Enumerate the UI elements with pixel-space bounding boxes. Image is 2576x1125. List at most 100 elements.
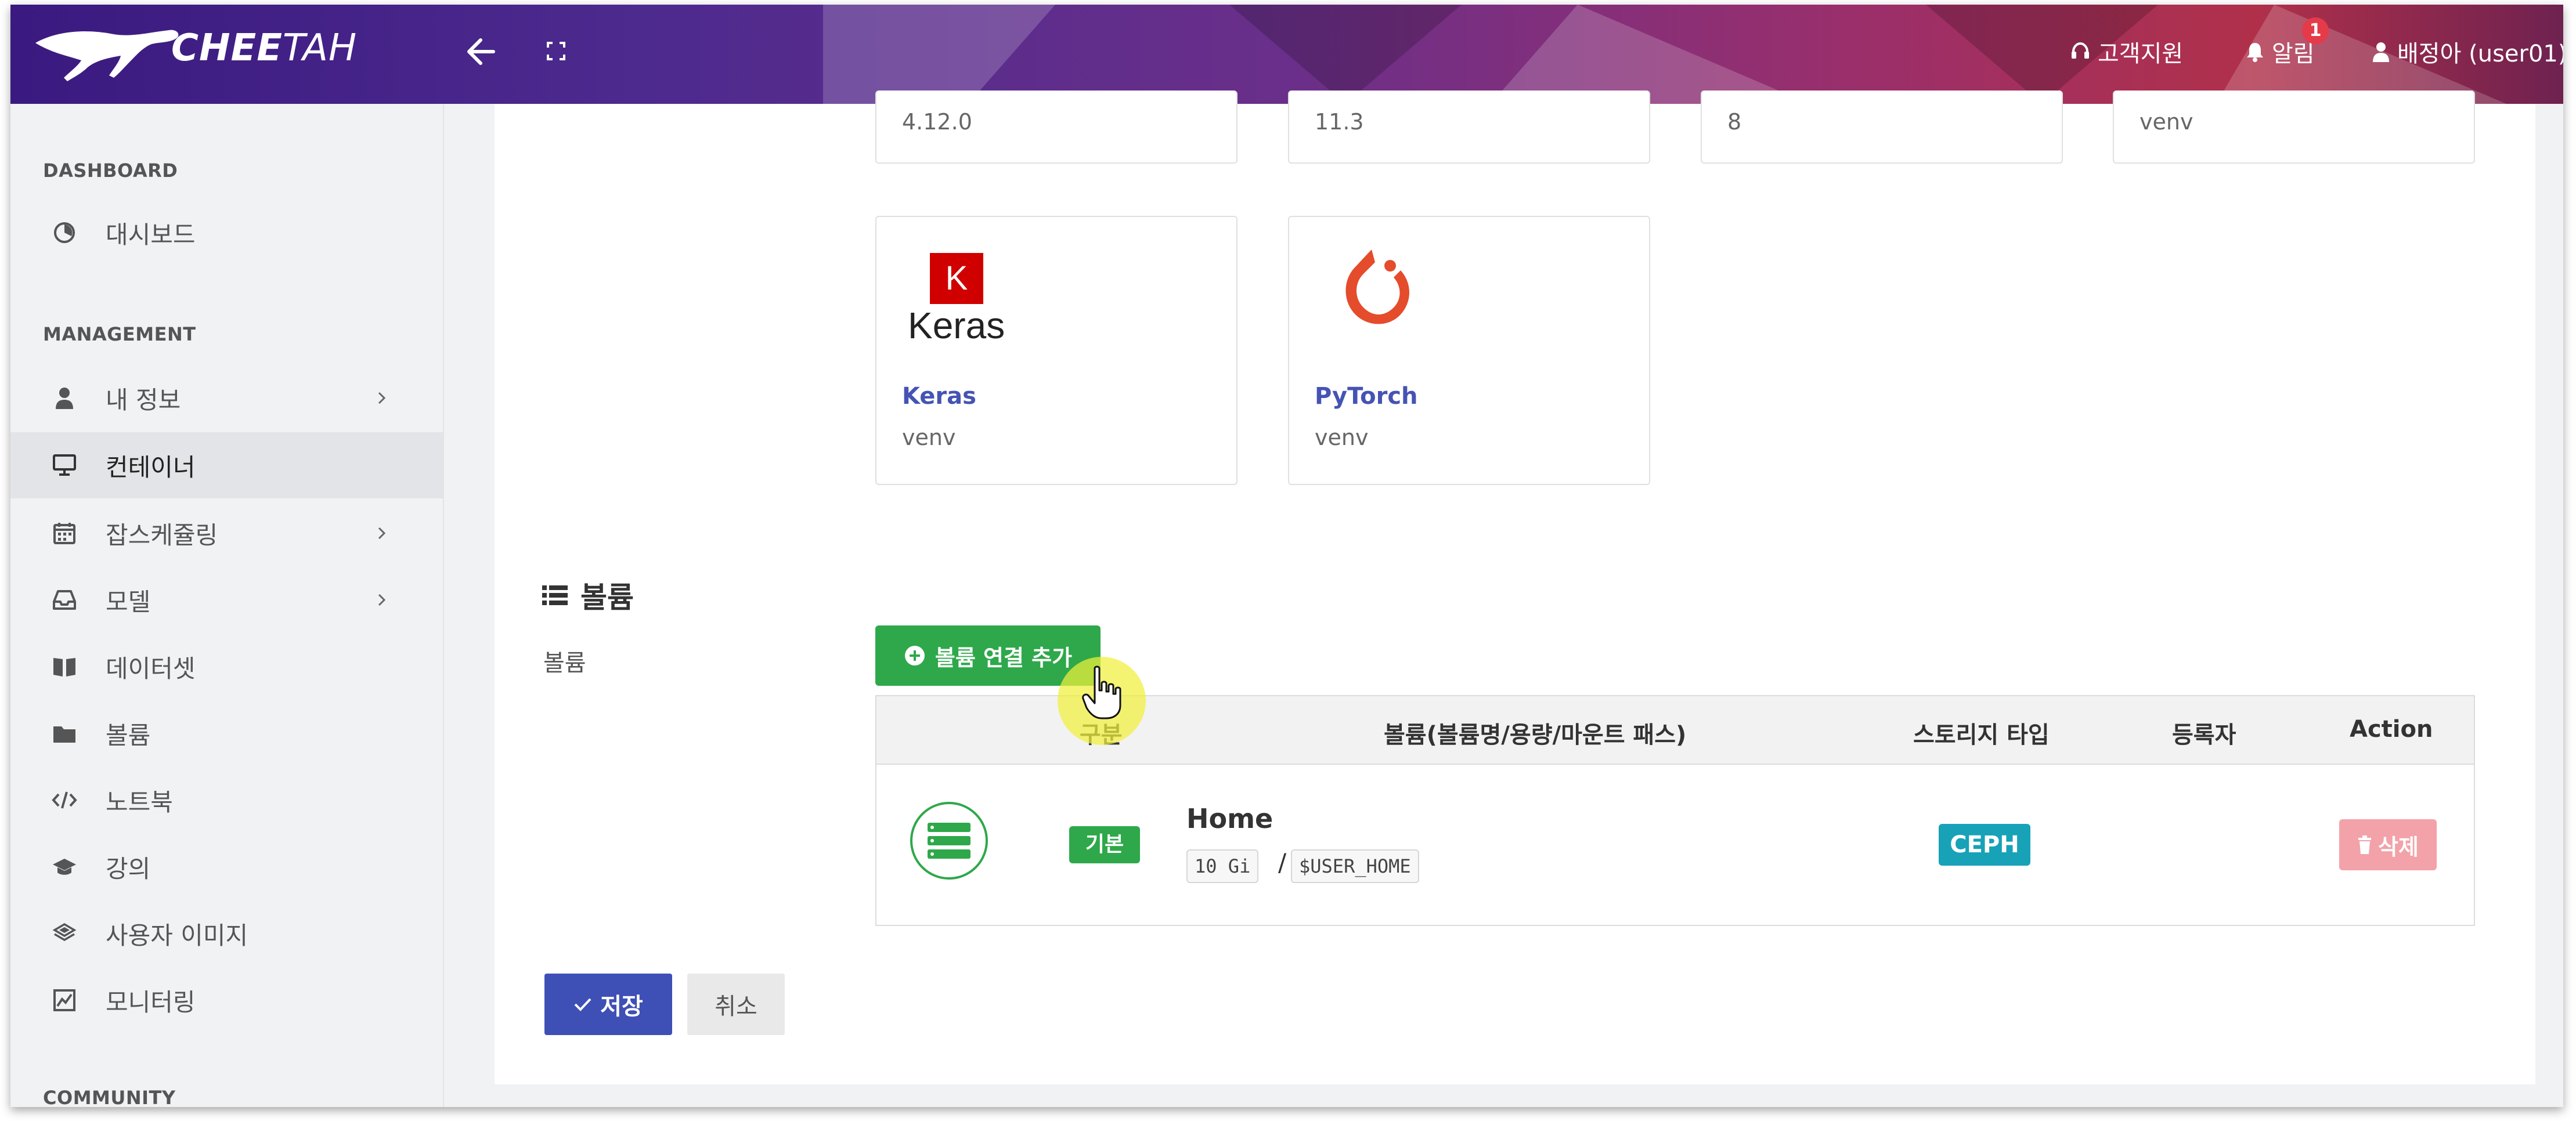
folder-icon — [51, 720, 78, 747]
sidebar-item-label: 노트북 — [106, 787, 173, 816]
list-icon — [542, 585, 568, 605]
save-label: 저장 — [600, 993, 643, 1020]
framework-card[interactable]: venv — [2113, 91, 2475, 164]
framework-sub: venv — [1315, 425, 1369, 450]
book-icon — [51, 653, 78, 680]
monitor-icon — [51, 452, 78, 479]
sidebar-item-my-info[interactable]: 내 정보 — [10, 365, 443, 431]
support-label: 고객지원 — [2098, 41, 2184, 67]
column-header-storage: 스토리지 타입 — [1913, 722, 2050, 748]
cancel-button[interactable]: 취소 — [687, 974, 785, 1035]
delete-volume-button[interactable]: 삭제 — [2339, 819, 2437, 870]
plus-circle-icon — [904, 646, 925, 665]
sidebar-item-notebook[interactable]: 노트북 — [10, 767, 443, 833]
framework-card[interactable]: 4.12.0 — [875, 91, 1238, 164]
hand-cursor-icon — [1082, 665, 1121, 719]
inbox-icon — [51, 587, 78, 613]
calendar-icon — [51, 520, 78, 547]
framework-card-pytorch[interactable]: PyTorch venv — [1288, 216, 1650, 485]
sidebar-item-label: 모델 — [106, 587, 151, 616]
fullscreen-icon[interactable] — [544, 38, 568, 64]
dashboard-icon — [51, 219, 78, 246]
logo-light: TAH — [282, 27, 358, 70]
top-header: CHEETAH 고객지원 알림 1 배정아 (user01) — [10, 5, 2563, 104]
section-community: COMMUNITY — [43, 1087, 176, 1107]
user-icon — [51, 385, 78, 411]
column-header-owner: 등록자 — [2172, 722, 2236, 748]
framework-name: Keras — [902, 383, 976, 410]
sidebar-item-container[interactable]: 컨테이너 — [10, 432, 443, 498]
logo-bold: CHEE — [171, 27, 283, 70]
trash-icon — [2358, 835, 2372, 854]
volume-mount-path: $USER_HOME — [1291, 849, 1419, 883]
keras-logo-word: Keras — [908, 305, 1005, 346]
volume-type-badge: 기본 — [1069, 826, 1140, 863]
sidebar-item-dashboard[interactable]: 대시보드 — [10, 200, 443, 266]
server-icon — [910, 802, 988, 880]
section-management: MANAGEMENT — [43, 323, 196, 345]
headset-icon — [2072, 42, 2089, 59]
framework-sub: venv — [902, 425, 956, 450]
chart-area-icon — [51, 987, 78, 1014]
keras-logo-icon: K — [930, 253, 983, 304]
framework-card[interactable]: 11.3 — [1288, 91, 1650, 164]
app-logo-text[interactable]: CHEETAH — [171, 27, 357, 70]
app-window: CHEETAH 고객지원 알림 1 배정아 (user01) DASHBOARD… — [10, 5, 2563, 1107]
sidebar-item-monitoring[interactable]: 모니터링 — [10, 967, 443, 1033]
sidebar-item-label: 대시보드 — [106, 220, 196, 249]
sidebar-item-label: 내 정보 — [106, 385, 181, 414]
volume-field-label: 볼륨 — [543, 650, 586, 677]
sidebar-item-volume[interactable]: 볼륨 — [10, 700, 443, 766]
chevron-right-icon — [378, 594, 386, 606]
cancel-label: 취소 — [715, 993, 757, 1020]
sidebar-item-label: 모니터링 — [106, 987, 196, 1017]
section-dashboard: DASHBOARD — [43, 160, 178, 182]
column-header-volume: 볼륨(볼륨명/용량/마운트 패스) — [1384, 722, 1687, 748]
code-icon — [51, 787, 78, 813]
sidebar-item-label: 볼륨 — [106, 721, 151, 750]
sidebar-item-label: 강의 — [106, 854, 151, 883]
sidebar: DASHBOARD 대시보드 MANAGEMENT 내 정보 컨테이너 잡스케쥴… — [10, 104, 444, 1107]
framework-card[interactable]: 8 — [1701, 91, 2063, 164]
chevron-right-icon — [378, 392, 386, 404]
column-header-action: Action — [2350, 716, 2433, 743]
framework-card-keras[interactable]: K Keras Keras venv — [875, 216, 1238, 485]
sidebar-item-lecture[interactable]: 강의 — [10, 834, 443, 900]
framework-version: 11.3 — [1315, 109, 1364, 135]
sidebar-item-label: 잡스케쥴링 — [106, 520, 218, 549]
chevron-right-icon — [378, 527, 386, 540]
alerts-link[interactable]: 알림 — [2245, 35, 2315, 68]
framework-version: 4.12.0 — [902, 109, 972, 135]
bell-icon — [2247, 43, 2263, 62]
sidebar-item-label: 컨테이너 — [106, 453, 196, 482]
graduation-cap-icon — [51, 853, 78, 880]
sidebar-item-model[interactable]: 모델 — [10, 567, 443, 633]
volume-name: Home — [1186, 803, 1273, 834]
volume-size: 10 Gi — [1186, 849, 1259, 883]
section-title-text: 볼륨 — [580, 581, 634, 614]
cheetah-logo-icon — [35, 30, 179, 82]
delete-label: 삭제 — [2378, 834, 2419, 860]
check-icon — [574, 998, 591, 1011]
back-arrow-icon[interactable] — [464, 31, 499, 72]
alerts-count-badge: 1 — [2302, 17, 2329, 44]
sidebar-item-job-scheduling[interactable]: 잡스케쥴링 — [10, 500, 443, 566]
sidebar-item-user-image[interactable]: 사용자 이미지 — [10, 900, 443, 967]
sidebar-item-label: 데이터셋 — [106, 654, 196, 683]
volume-section-title: 볼륨 — [542, 574, 634, 616]
user-menu[interactable]: 배정아 (user01) — [2372, 35, 2563, 68]
framework-version: venv — [2140, 109, 2193, 135]
pytorch-logo-icon — [1345, 249, 1409, 324]
add-volume-label: 볼륨 연결 추가 — [935, 645, 1073, 671]
separator-slash: / — [1278, 848, 1287, 877]
support-link[interactable]: 고객지원 — [2070, 35, 2183, 68]
save-button[interactable]: 저장 — [544, 974, 672, 1035]
layers-icon — [51, 920, 78, 947]
framework-version: 8 — [1727, 109, 1742, 135]
storage-type-badge: CEPH — [1939, 824, 2030, 866]
framework-name: PyTorch — [1315, 383, 1418, 410]
sidebar-item-dataset[interactable]: 데이터셋 — [10, 634, 443, 700]
sidebar-item-label: 사용자 이미지 — [106, 921, 248, 950]
user-name: 배정아 (user01) — [2397, 41, 2563, 67]
user-icon — [2373, 42, 2389, 62]
